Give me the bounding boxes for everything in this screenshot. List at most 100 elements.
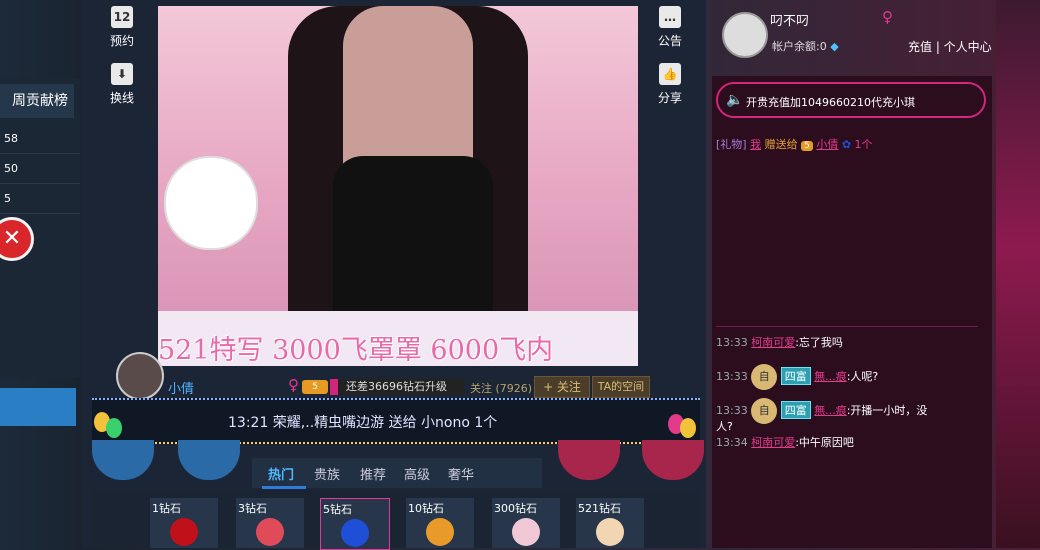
chat-message: 13:33 柯南可爱:忘了我吗	[716, 334, 843, 350]
gift-count: 1个	[854, 138, 873, 151]
speech-bubble-icon: …	[659, 6, 681, 28]
gift-item-selected[interactable]: 5钻石	[320, 498, 390, 550]
balloon-icon	[106, 418, 122, 438]
calendar-icon: 12	[111, 6, 133, 28]
gift-item[interactable]: 10钻石	[406, 498, 474, 548]
switch-line-label: 换线	[109, 91, 134, 105]
gift-price: 5钻石	[323, 503, 352, 516]
level-progress: 还差36696钻石升级	[330, 379, 464, 395]
rich-badge: 四富	[780, 367, 811, 385]
tab-noble[interactable]: 贵族	[314, 464, 340, 483]
user-avatar[interactable]	[722, 12, 768, 58]
sender-link[interactable]: 我	[750, 138, 761, 151]
reserve-button[interactable]: 12 预约	[100, 6, 144, 49]
gift-item[interactable]: 521钻石	[576, 498, 644, 548]
account-balance: 帐户余额:0 ◆	[772, 38, 839, 54]
progress-fill	[330, 379, 338, 395]
tab-underline	[262, 486, 306, 489]
diamond-icon: ◆	[830, 40, 839, 53]
tab-luxury[interactable]: 奢华	[448, 464, 474, 483]
recharge-link[interactable]: 充值 | 个人中心	[908, 38, 992, 55]
switch-line-button[interactable]: ⬇ 换线	[100, 63, 144, 106]
left-highlight-tab[interactable]	[0, 388, 76, 426]
chat-text: :人呢?	[846, 370, 879, 383]
rank-row[interactable]: 58	[0, 124, 80, 154]
gift-price: 3钻石	[238, 502, 267, 515]
tab-advanced[interactable]: 高级	[404, 464, 430, 483]
announcement-button[interactable]: … 公告	[648, 6, 692, 49]
performer-dress-shape	[333, 156, 493, 336]
user-name[interactable]: 叼不叼	[770, 10, 809, 29]
right-background	[996, 0, 1040, 548]
host-space-button[interactable]: TA的空间	[592, 376, 650, 398]
rose-icon	[170, 518, 198, 546]
chat-time: 13:33	[716, 336, 748, 349]
gift-item[interactable]: 300钻石	[492, 498, 560, 548]
chat-text: :中午原因吧	[795, 436, 854, 449]
chat-message: 13:33 自 四富 無...痕:人呢?	[716, 364, 878, 390]
gift-item[interactable]: 3钻石	[236, 498, 304, 548]
chat-time: 13:34	[716, 436, 748, 449]
balloon-icon	[680, 418, 696, 438]
gift-price: 521钻石	[578, 502, 621, 515]
thumbs-up-icon: 👍	[659, 63, 681, 85]
gift-tabs: 热门 贵族 推荐 高级 奢华	[252, 458, 542, 488]
level-badge: 5	[801, 141, 813, 151]
tab-recommend[interactable]: 推荐	[360, 464, 386, 483]
gift-message: [礼物] 我 赠送给 5 小倩 ✿ 1个	[716, 136, 873, 152]
gift-price: 10钻石	[408, 502, 444, 515]
gift-prefix: [礼物]	[716, 138, 747, 151]
female-icon: ♀	[882, 8, 893, 26]
blue-rose-icon	[341, 519, 369, 547]
balance-text: 帐户余额:0	[772, 40, 827, 53]
tab-hot[interactable]: 热门	[268, 464, 294, 483]
chat-user[interactable]: 柯南可爱	[751, 436, 795, 449]
chat-text: :开播一小时，没	[846, 404, 928, 417]
chat-divider	[716, 326, 978, 327]
follow-button[interactable]: + 关注	[534, 376, 590, 398]
notice-bar[interactable]: 🔈 开贵充值加1049660210代充小琪	[716, 82, 986, 118]
chat-user[interactable]: 柯南可爱	[751, 336, 795, 349]
gift-price: 300钻石	[494, 502, 537, 515]
chat-time: 13:33	[716, 370, 748, 383]
gift-price: 1钻石	[152, 502, 181, 515]
video-player[interactable]: 521特写 3000飞罩罩 6000飞内	[158, 6, 638, 366]
tart-icon	[426, 518, 454, 546]
chat-message: 13:33 自 四富 無...痕:开播一小时，没	[716, 398, 927, 424]
reserve-label: 预约	[109, 34, 134, 48]
right-toolbar: … 公告 👍 分享	[648, 6, 692, 120]
follow-count: 关注 (7926)	[470, 382, 533, 395]
ticker-text: 13:21 荣耀,..精虫嘴边游 送给 小nono 1个	[228, 415, 498, 431]
rank-title[interactable]: 周贡献榜	[0, 84, 74, 118]
plush-toy-shape	[164, 156, 258, 250]
gift-item[interactable]: 1钻石	[150, 498, 218, 548]
host-name[interactable]: 小倩	[168, 378, 194, 397]
gift-ticker: 13:21 荣耀,..精虫嘴边游 送给 小nono 1个	[92, 398, 700, 444]
receiver-link[interactable]: 小倩	[816, 138, 838, 151]
female-icon: ♀	[288, 376, 299, 394]
candy-icon	[256, 518, 284, 546]
cupid-icon	[596, 518, 624, 546]
rich-badge: 四富	[780, 401, 811, 419]
lingerie-icon	[512, 518, 540, 546]
blue-rose-icon: ✿	[841, 138, 852, 151]
chat-time: 13:33	[716, 404, 748, 417]
speaker-icon: 🔈	[726, 92, 744, 108]
announcement-label: 公告	[657, 34, 682, 48]
progress-text: 还差36696钻石升级	[346, 380, 447, 393]
download-arrow-icon: ⬇	[111, 63, 133, 85]
share-button[interactable]: 👍 分享	[648, 63, 692, 106]
chat-user[interactable]: 無...痕	[814, 404, 847, 417]
rank-row[interactable]: 5	[0, 184, 80, 214]
share-label: 分享	[657, 91, 682, 105]
crest-icon: 自	[751, 364, 778, 390]
rank-row[interactable]: 50	[0, 154, 80, 184]
chat-message: 13:34 柯南可爱:中午原因吧	[716, 434, 854, 450]
chat-message-continuation: 人?	[716, 420, 733, 433]
left-toolbar: 12 预约 ⬇ 换线	[100, 6, 144, 120]
level-badge: 5	[302, 380, 328, 394]
host-avatar[interactable]	[116, 352, 164, 400]
notice-text: 开贵充值加1049660210代充小琪	[746, 96, 915, 109]
video-scroll-text: 521特写 3000飞罩罩 6000飞内	[158, 335, 554, 366]
chat-user[interactable]: 無...痕	[814, 370, 847, 383]
